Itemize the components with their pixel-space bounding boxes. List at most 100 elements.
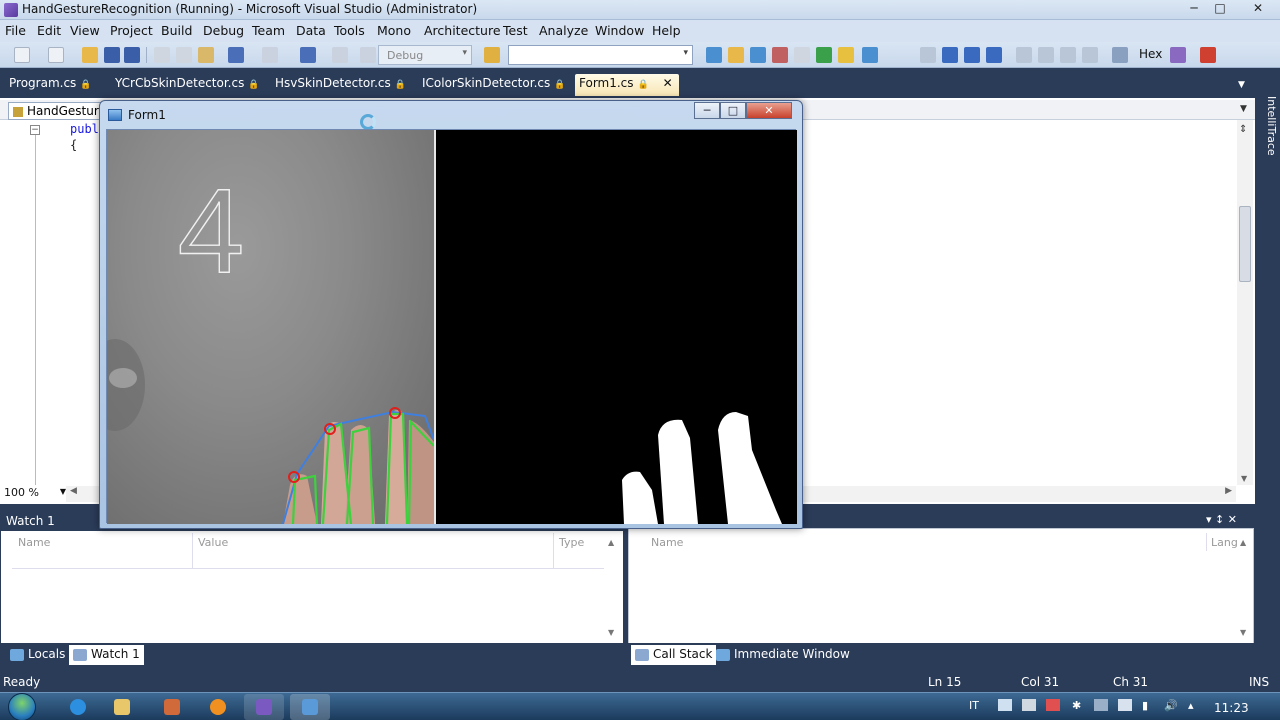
tab-icolor-skin-detector-cs[interactable]: IColorSkinDetector.cs 🔒 [422,76,565,96]
tab-ycrcb-skin-detector-cs[interactable]: YCrCbSkinDetector.cs 🔒 [115,76,260,96]
show-next-statement-icon[interactable] [1016,47,1032,63]
collapse-outline-icon[interactable]: − [30,125,40,135]
split-window-icon[interactable]: ⇕ [1239,124,1247,135]
output-window-icon[interactable] [1200,47,1216,63]
taskbar-app[interactable] [152,694,192,720]
restart-icon[interactable] [986,47,1002,63]
extension-manager-icon[interactable] [794,47,810,63]
intellitrace-side-tab[interactable]: IntelliTrace [1264,76,1280,506]
chevron-down-icon[interactable]: ▼ [1238,80,1245,90]
package-icon[interactable] [1022,699,1036,711]
form1-close-button[interactable]: ✕ [746,102,792,119]
form1-window[interactable]: Form1 ─ □ ✕ 4 [99,100,803,529]
taskbar-internet-explorer[interactable] [58,694,98,720]
close-button[interactable]: ✕ [1244,0,1272,18]
taskbar-form1[interactable] [290,694,330,720]
class-dropdown[interactable]: HandGesture [8,102,113,120]
watch-column-value[interactable]: Value [198,536,228,549]
call-stack-column-lang[interactable]: Lang [1211,536,1238,549]
chevron-down-icon[interactable]: ▼ [1240,104,1247,114]
stop-debugging-icon[interactable] [964,47,980,63]
save-all-icon[interactable] [124,47,140,63]
break-all-icon[interactable] [942,47,958,63]
scroll-right-icon[interactable]: ▶ [1225,486,1232,496]
bluetooth-icon[interactable]: ✱ [1072,699,1081,712]
step-into-icon[interactable] [1038,47,1054,63]
tab-watch-1[interactable]: Watch 1 [69,645,144,665]
solution-explorer-icon[interactable] [706,47,722,63]
menu-project[interactable]: Project [110,23,153,38]
menu-build[interactable]: Build [161,23,192,38]
add-item-icon[interactable] [48,47,64,63]
solution-configuration-dropdown[interactable]: Debug ▾ [378,45,472,65]
scroll-down-icon[interactable]: ▼ [1241,474,1247,483]
cloud-icon[interactable] [1094,699,1108,711]
hex-display-toggle[interactable]: Hex [1139,47,1162,61]
call-stack-column-name[interactable]: Name [651,536,683,549]
scroll-down-icon[interactable]: ▼ [1240,628,1246,637]
menu-file[interactable]: File [5,23,26,38]
toolbox-icon[interactable] [772,47,788,63]
find-combo-input[interactable]: ▾ [508,45,693,65]
pane-window-controls[interactable]: ▾ ↕ ✕ [1206,513,1237,526]
tab-hsv-skin-detector-cs[interactable]: HsvSkinDetector.cs 🔒 [275,76,406,96]
start-debugging-icon[interactable] [360,47,376,63]
open-file-icon[interactable] [82,47,98,63]
menu-view[interactable]: View [70,23,100,38]
breakpoints-icon[interactable] [1112,47,1128,63]
watch-column-type[interactable]: Type [559,536,584,549]
redo-icon[interactable] [262,47,278,63]
action-center-icon[interactable] [998,699,1012,711]
menu-help[interactable]: Help [652,23,681,38]
editor-vertical-scrollbar[interactable]: ⇕ ▼ [1237,120,1253,485]
cut-icon[interactable] [154,47,170,63]
navigate-backward-icon[interactable] [300,47,316,63]
taskbar-visual-studio[interactable] [244,694,284,720]
tab-program-cs[interactable]: Program.cs 🔒 [9,76,92,96]
language-indicator[interactable]: IT [969,699,979,712]
menu-window[interactable]: Window [595,23,644,38]
menu-debug[interactable]: Debug [203,23,244,38]
command-window-icon[interactable] [862,47,878,63]
start-page-icon[interactable] [816,47,832,63]
find-in-files-icon[interactable] [484,47,500,63]
taskbar-clock[interactable]: 11:23 [1214,701,1249,715]
step-over-icon[interactable] [1060,47,1076,63]
scrollbar-thumb[interactable] [1239,206,1251,282]
continue-icon[interactable] [920,47,936,63]
network-icon[interactable]: ▮ [1142,699,1148,712]
properties-icon[interactable] [728,47,744,63]
copy-icon[interactable] [176,47,192,63]
object-browser-icon[interactable] [750,47,766,63]
taskbar-explorer[interactable] [102,694,142,720]
scroll-up-icon[interactable]: ▲ [1240,538,1246,547]
menu-team[interactable]: Team [252,23,285,38]
watch-empty-row[interactable] [12,552,604,569]
watch-column-name[interactable]: Name [18,536,50,549]
paste-icon[interactable] [198,47,214,63]
form1-minimize-button[interactable]: ─ [694,102,720,119]
menu-analyze[interactable]: Analyze [539,23,588,38]
tab-immediate-window[interactable]: Immediate Window [712,645,854,665]
close-tab-icon[interactable]: ✕ [663,76,673,90]
step-out-icon[interactable] [1082,47,1098,63]
scroll-left-icon[interactable]: ◀ [70,486,77,496]
menu-data[interactable]: Data [296,23,326,38]
menu-architecture[interactable]: Architecture [424,23,501,38]
volume-icon[interactable]: 🔊 [1164,699,1178,712]
menu-tools[interactable]: Tools [334,23,365,38]
undo-icon[interactable] [228,47,244,63]
new-project-icon[interactable] [14,47,30,63]
show-hidden-icons-icon[interactable]: ▴ [1188,699,1194,712]
scroll-up-icon[interactable]: ▲ [608,538,614,547]
save-icon[interactable] [104,47,120,63]
menu-edit[interactable]: Edit [37,23,61,38]
tab-form1-cs[interactable]: Form1.cs 🔒 ✕ [575,74,679,96]
form1-maximize-button[interactable]: □ [720,102,746,119]
minimize-button[interactable]: ─ [1180,0,1208,18]
windows-start-icon[interactable] [8,693,36,720]
team-explorer-icon[interactable] [838,47,854,63]
tab-call-stack[interactable]: Call Stack [631,645,717,665]
scroll-down-icon[interactable]: ▼ [608,628,614,637]
menu-mono[interactable]: Mono [377,23,411,38]
